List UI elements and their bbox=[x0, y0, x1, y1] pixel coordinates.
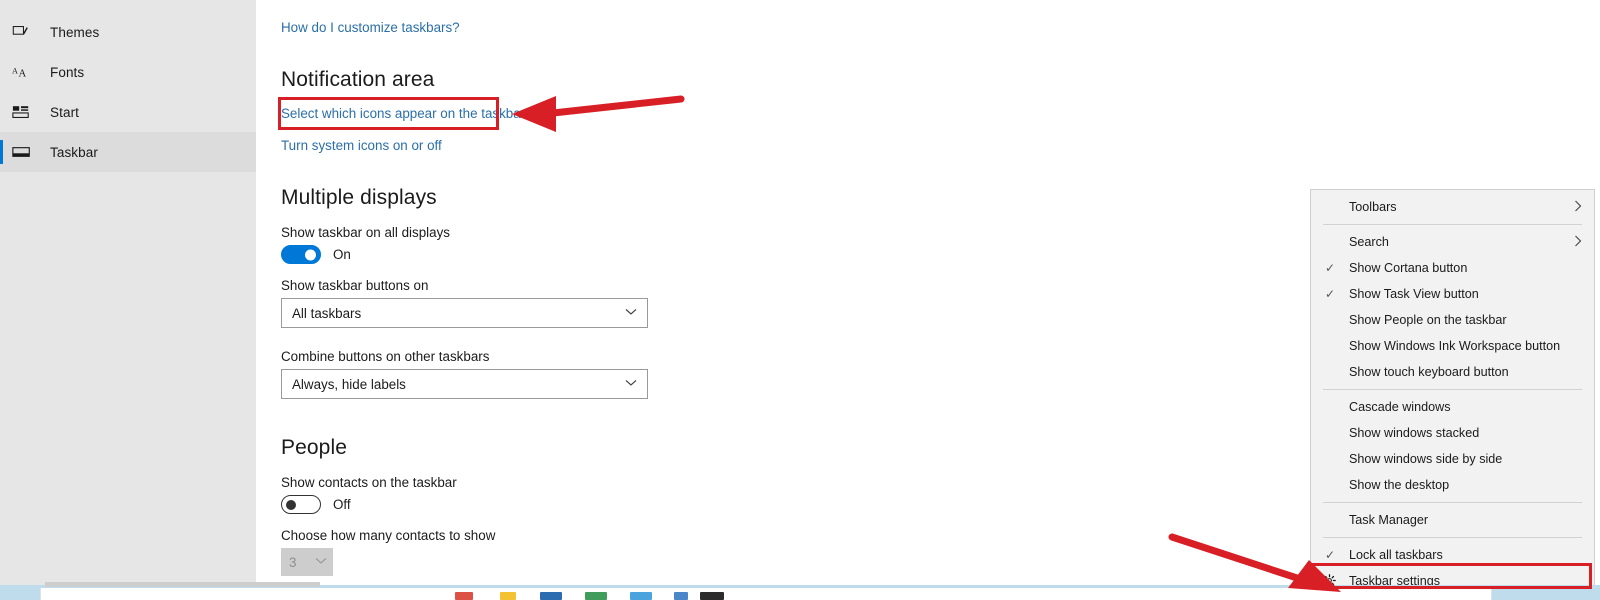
menu-item-label: Task Manager bbox=[1349, 513, 1429, 527]
select-icons-link[interactable]: Select which icons appear on the taskbar bbox=[281, 106, 525, 121]
chevron-down-icon bbox=[315, 557, 327, 568]
dropdown-value: 3 bbox=[289, 554, 297, 570]
check-icon: ✓ bbox=[1324, 548, 1336, 562]
taskbar-app-icon[interactable] bbox=[540, 592, 562, 600]
show-taskbar-all-displays-toggle[interactable] bbox=[281, 245, 321, 264]
menu-item-label: Show Cortana button bbox=[1349, 261, 1468, 275]
dropdown-value: All taskbars bbox=[292, 305, 362, 321]
how-many-contacts-dropdown: 3 bbox=[281, 548, 333, 576]
combine-buttons-label: Combine buttons on other taskbars bbox=[281, 349, 490, 364]
menu-item-search[interactable]: Search bbox=[1311, 229, 1594, 255]
show-taskbar-buttons-on-dropdown[interactable]: All taskbars bbox=[281, 298, 648, 328]
themes-icon bbox=[12, 22, 42, 42]
menu-item-label: Show Task View button bbox=[1349, 287, 1479, 301]
svg-text:A: A bbox=[12, 66, 18, 75]
menu-item-show-the-desktop[interactable]: Show the desktop bbox=[1311, 472, 1594, 498]
menu-item-show-windows-stacked[interactable]: Show windows stacked bbox=[1311, 420, 1594, 446]
taskbar-app-icon[interactable] bbox=[500, 592, 516, 600]
taskbar-app-icon[interactable] bbox=[674, 592, 688, 600]
menu-item-toolbars[interactable]: Toolbars bbox=[1311, 194, 1594, 220]
menu-item-label: Lock all taskbars bbox=[1349, 548, 1443, 562]
menu-separator bbox=[1323, 502, 1582, 503]
menu-item-cascade-windows[interactable]: Cascade windows bbox=[1311, 394, 1594, 420]
menu-item-label: Show Windows Ink Workspace button bbox=[1349, 339, 1561, 353]
sidebar-item-start[interactable]: Start bbox=[0, 92, 256, 132]
toggle-knob bbox=[286, 499, 296, 510]
menu-item-show-cortana-button[interactable]: ✓ Show Cortana button bbox=[1311, 255, 1594, 281]
menu-item-label: Toolbars bbox=[1349, 200, 1397, 214]
sidebar-item-themes[interactable]: Themes bbox=[0, 12, 256, 52]
menu-item-show-touch-keyboard-button[interactable]: Show touch keyboard button bbox=[1311, 359, 1594, 385]
show-contacts-row: Off bbox=[281, 495, 351, 514]
sidebar-item-label: Fonts bbox=[50, 64, 85, 80]
taskbar-icon bbox=[12, 142, 42, 162]
how-many-contacts-label: Choose how many contacts to show bbox=[281, 528, 496, 543]
sidebar-item-label: Taskbar bbox=[50, 144, 98, 160]
taskbar-app-icon[interactable] bbox=[455, 592, 473, 600]
toggle-knob bbox=[305, 249, 316, 260]
fonts-icon: A A bbox=[12, 62, 42, 82]
taskbar-context-menu[interactable]: Toolbars Search ✓ Show Cortana button ✓ Show … bbox=[1310, 189, 1595, 597]
combine-buttons-dropdown[interactable]: Always, hide labels bbox=[281, 369, 648, 399]
chevron-right-icon bbox=[1574, 235, 1582, 250]
menu-item-label: Show touch keyboard button bbox=[1349, 365, 1509, 379]
horizontal-scrollbar[interactable] bbox=[45, 582, 320, 587]
sidebar-item-taskbar[interactable]: Taskbar bbox=[0, 132, 256, 172]
menu-item-label: Show windows stacked bbox=[1349, 426, 1480, 440]
menu-item-show-windows-side-by-side[interactable]: Show windows side by side bbox=[1311, 446, 1594, 472]
turn-system-icons-link[interactable]: Turn system icons on or off bbox=[281, 138, 442, 153]
svg-text:A: A bbox=[19, 68, 27, 79]
chevron-down-icon bbox=[625, 379, 637, 390]
menu-item-label: Show People on the taskbar bbox=[1349, 313, 1507, 327]
menu-separator bbox=[1323, 224, 1582, 225]
sidebar-item-label: Themes bbox=[50, 24, 100, 40]
menu-item-label: Search bbox=[1349, 235, 1389, 249]
menu-separator bbox=[1323, 389, 1582, 390]
chevron-right-icon bbox=[1574, 200, 1582, 215]
taskbar-app-icon[interactable] bbox=[630, 592, 652, 600]
menu-item-show-windows-ink-workspace-button[interactable]: Show Windows Ink Workspace button bbox=[1311, 333, 1594, 359]
show-contacts-label: Show contacts on the taskbar bbox=[281, 475, 457, 490]
show-taskbar-all-displays-row: On bbox=[281, 245, 351, 264]
check-icon: ✓ bbox=[1324, 287, 1336, 301]
menu-item-show-people-on-the-taskbar[interactable]: Show People on the taskbar bbox=[1311, 307, 1594, 333]
menu-item-show-task-view-button[interactable]: ✓ Show Task View button bbox=[1311, 281, 1594, 307]
window-bottom-edge bbox=[40, 588, 1492, 600]
check-icon: ✓ bbox=[1324, 261, 1336, 275]
show-taskbar-all-displays-state: On bbox=[333, 247, 351, 262]
sidebar-item-label: Start bbox=[50, 104, 80, 120]
show-contacts-toggle[interactable] bbox=[281, 495, 321, 514]
how-to-customize-taskbars-link[interactable]: How do I customize taskbars? bbox=[281, 20, 460, 35]
notification-area-heading: Notification area bbox=[281, 68, 435, 91]
menu-item-label: Cascade windows bbox=[1349, 400, 1451, 414]
settings-window: Themes A A Fonts Start Taskbar How do I … bbox=[0, 0, 1600, 600]
settings-sidebar: Themes A A Fonts Start Taskbar bbox=[0, 0, 256, 585]
sidebar-item-fonts[interactable]: A A Fonts bbox=[0, 52, 256, 92]
dropdown-value: Always, hide labels bbox=[292, 376, 406, 392]
show-contacts-state: Off bbox=[333, 497, 351, 512]
menu-item-lock-all-taskbars[interactable]: ✓ Lock all taskbars bbox=[1311, 542, 1594, 568]
menu-item-label: Show windows side by side bbox=[1349, 452, 1503, 466]
chevron-down-icon bbox=[625, 308, 637, 319]
menu-item-label: Show the desktop bbox=[1349, 478, 1450, 492]
menu-separator bbox=[1323, 537, 1582, 538]
people-heading: People bbox=[281, 436, 347, 459]
show-taskbar-all-displays-label: Show taskbar on all displays bbox=[281, 225, 450, 240]
taskbar-app-icon[interactable] bbox=[700, 592, 724, 600]
menu-item-task-manager[interactable]: Task Manager bbox=[1311, 507, 1594, 533]
start-icon bbox=[12, 102, 42, 122]
show-taskbar-buttons-on-label: Show taskbar buttons on bbox=[281, 278, 429, 293]
taskbar-app-icon[interactable] bbox=[585, 592, 607, 600]
multiple-displays-heading: Multiple displays bbox=[281, 186, 437, 209]
